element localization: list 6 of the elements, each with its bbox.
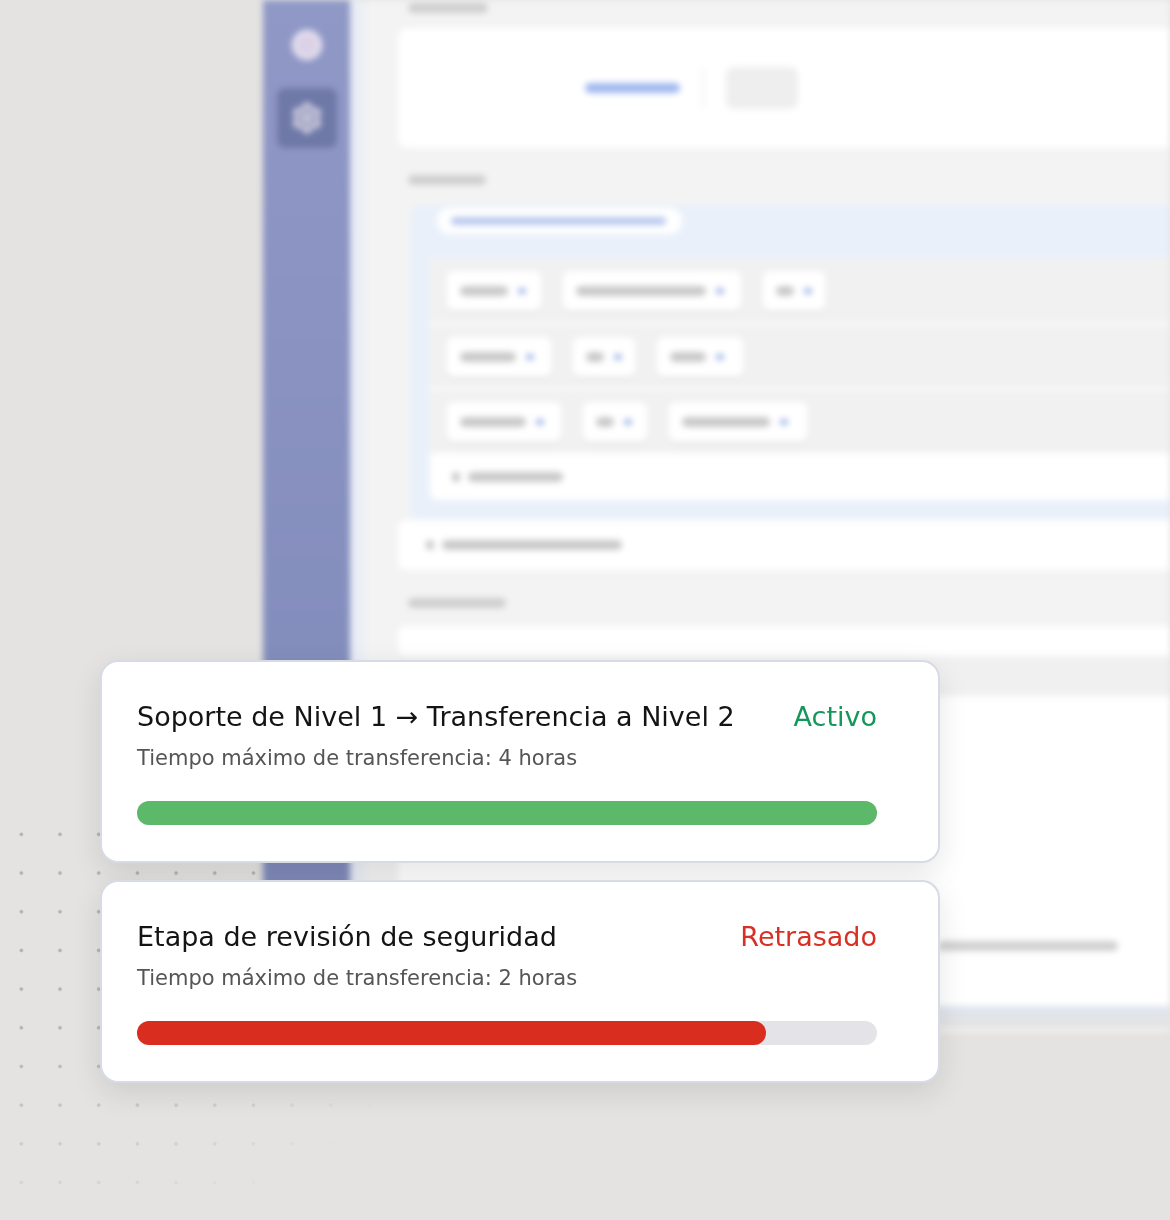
- card-subtitle: Tiempo máximo de transferencia: 2 horas: [137, 965, 579, 992]
- card-title: Etapa de revisión de seguridad: [137, 920, 557, 954]
- status-label: Activo: [793, 700, 877, 734]
- status-label: Retrasado: [740, 920, 877, 954]
- card-title: Soporte de Nivel 1 → Transferencia a Nivel 2: [137, 700, 735, 734]
- card-subtitle: Tiempo máximo de transferencia: 4 horas: [137, 745, 579, 772]
